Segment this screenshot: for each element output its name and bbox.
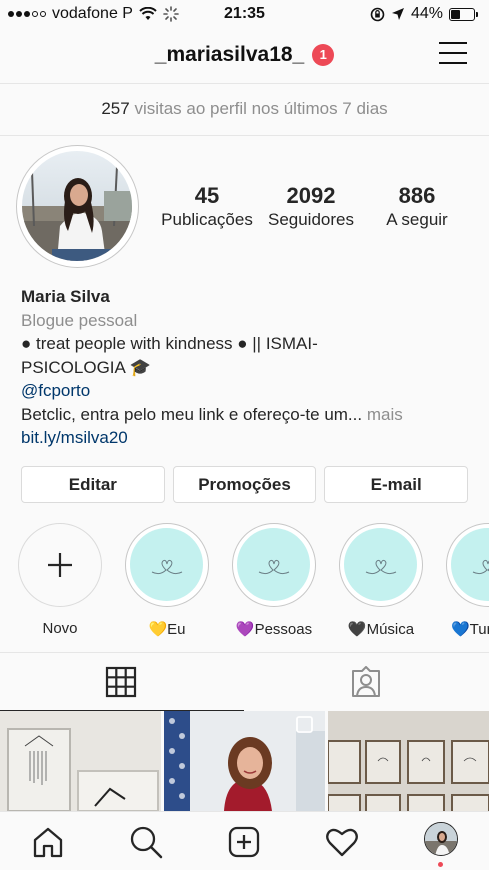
profile-visits-banner[interactable]: 257 visitas ao perfil nos últimos 7 dias	[0, 84, 489, 136]
highlight-item[interactable]: 🖤Música	[338, 523, 424, 638]
bio-line-truncated: Betclic, entra pelo meu link e ofereço-t…	[21, 403, 481, 427]
stat-following[interactable]: 886 A seguir	[363, 183, 471, 230]
heart-doodle-icon	[258, 559, 290, 575]
heart-doodle-icon	[472, 559, 489, 575]
profile-header: _mariasilva18_ 1	[0, 28, 489, 84]
plus-icon	[47, 552, 72, 577]
battery-percent: 44%	[410, 5, 443, 22]
bio-line: ● treat people with kindness ● || ISMAI-	[21, 334, 318, 353]
home-icon	[33, 827, 63, 858]
bottom-navigation	[0, 811, 489, 870]
post-thumbnail[interactable]	[0, 711, 161, 811]
search-icon	[130, 826, 163, 859]
followers-label: Seguidores	[267, 210, 354, 229]
following-label: A seguir	[386, 210, 448, 229]
highlight-item[interactable]: 💙Tur	[445, 523, 489, 638]
highlight-item[interactable]: 💜Pessoas	[231, 523, 317, 638]
heart-icon	[326, 828, 358, 857]
highlight-label: Novo	[42, 620, 78, 637]
profile-tab-avatar[interactable]	[424, 822, 458, 856]
highlight-label: 💜Pessoas	[235, 621, 313, 638]
avatar-photo	[22, 151, 132, 261]
bio-line: Betclic, entra pelo meu link e ofereço-t…	[21, 404, 363, 424]
mention-link[interactable]: @fcporto	[21, 379, 481, 403]
menu-icon[interactable]	[439, 42, 467, 66]
profile-tabs	[0, 652, 489, 711]
visits-text: visitas ao perfil nos últimos 7 dias	[134, 99, 388, 118]
location-icon	[391, 8, 404, 20]
highlight-label: 💙Tur	[451, 621, 489, 638]
posts-label: Publicações	[161, 210, 253, 229]
battery-icon	[449, 7, 478, 21]
highlight-label: 🖤Música	[347, 621, 415, 638]
avatar-thumbnail	[425, 823, 457, 855]
post-thumbnail[interactable]	[164, 711, 325, 811]
profile-stats: 45 Publicações 2092 Seguidores 886 A seg…	[155, 183, 489, 230]
heart-doodle-icon	[151, 559, 183, 575]
orientation-lock-icon	[370, 7, 385, 21]
home-button[interactable]	[30, 824, 66, 860]
heart-doodle-icon	[365, 559, 397, 575]
grid-icon	[105, 666, 137, 698]
tab-tagged[interactable]	[245, 653, 489, 711]
visits-count: 257	[101, 99, 130, 118]
tagged-person-icon	[352, 666, 380, 697]
new-highlight-circle	[18, 523, 102, 607]
add-post-icon	[228, 826, 260, 858]
activity-dot	[438, 862, 443, 867]
highlight-cover	[237, 528, 310, 601]
post-thumbnail[interactable]	[328, 711, 489, 811]
posts-count: 45	[194, 183, 220, 208]
highlight-cover	[344, 528, 417, 601]
profile-avatar[interactable]	[16, 145, 139, 268]
profile-category: Blogue pessoal	[21, 310, 138, 330]
highlight-label: 💛Eu	[148, 621, 186, 638]
highlight-item[interactable]: 💛Eu	[124, 523, 210, 638]
search-button[interactable]	[128, 824, 164, 860]
account-switcher[interactable]: _mariasilva18_ 1	[154, 43, 335, 67]
story-highlights: Novo 💛Eu 💜Pessoas 🖤Música 💙Tur	[0, 523, 489, 638]
email-button[interactable]: E-mail	[324, 466, 469, 503]
bio-line: PSICOLOGIA 🎓	[21, 357, 151, 377]
promotions-button[interactable]: Promoções	[172, 466, 317, 503]
add-post-button[interactable]	[226, 824, 262, 860]
notification-badge: 1	[312, 44, 335, 66]
activity-button[interactable]	[324, 824, 360, 860]
followers-count: 2092	[286, 183, 336, 208]
display-name: Maria Silva	[21, 287, 110, 306]
website-link[interactable]: bit.ly/msilva20	[21, 426, 481, 450]
posts-grid	[0, 711, 489, 811]
status-right: 44%	[370, 5, 478, 23]
stat-posts[interactable]: 45 Publicações	[155, 183, 259, 230]
edit-profile-button[interactable]: Editar	[21, 466, 165, 503]
status-bar: vodafone P 21:35 44%	[0, 0, 489, 28]
following-count: 886	[398, 183, 436, 208]
username: _mariasilva18_	[154, 43, 305, 66]
more-link[interactable]: mais	[367, 405, 403, 424]
profile-bio: Maria Silva Blogue pessoal ● treat peopl…	[21, 285, 481, 450]
profile-actions: Editar Promoções E-mail	[21, 466, 469, 503]
stat-followers[interactable]: 2092 Seguidores	[259, 183, 363, 230]
highlight-cover	[451, 528, 489, 601]
highlight-cover	[130, 528, 203, 601]
new-highlight[interactable]: Novo	[17, 523, 103, 637]
tab-grid[interactable]	[0, 653, 244, 711]
